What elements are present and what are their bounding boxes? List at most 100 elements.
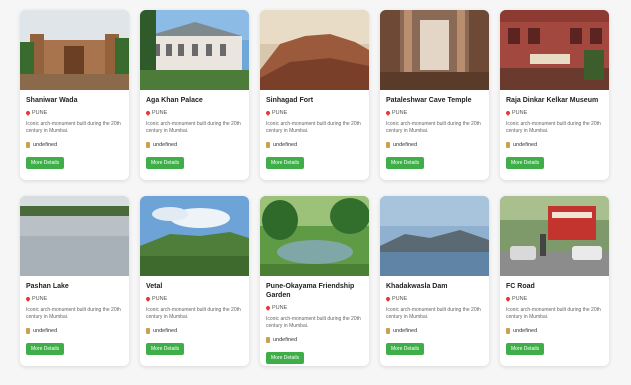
more-details-button[interactable]: More Details [146,157,185,169]
more-details-button[interactable]: More Details [266,157,305,169]
place-location-text: PUNE [512,296,528,302]
place-image[interactable] [380,10,489,90]
place-location-text: PUNE [152,296,168,302]
more-details-button[interactable]: More Details [386,343,425,355]
place-location: PUNE [145,296,243,302]
place-name: Vetal [146,283,163,290]
place-description: Iconic arch-monument built during the 20… [26,307,121,320]
place-budget: undefined [266,337,363,343]
place-name: FC Road [506,283,535,290]
place-location: PUNE [265,305,363,311]
place-image[interactable] [260,196,369,276]
place-image[interactable] [20,196,129,276]
place-card: Aga Khan Palace PUNE Iconic arch-monumen… [140,10,249,180]
place-image[interactable] [20,10,129,90]
place-image[interactable] [260,10,369,90]
place-card: Pune-Okayama Friendship Garden PUNE Icon… [260,196,369,366]
location-pin-icon [385,110,391,116]
place-description: Iconic arch-monument built during the 20… [26,121,121,134]
place-description: Iconic arch-monument built during the 20… [146,307,241,320]
place-location-text: PUNE [152,110,168,116]
place-budget: undefined [146,328,243,334]
budget-icon [506,142,510,148]
place-budget-text: undefined [273,142,298,148]
more-details-button[interactable]: More Details [146,343,185,355]
place-card: Sinhagad Fort PUNE Iconic arch-monument … [260,10,369,180]
place-name: Pashan Lake [26,283,69,290]
place-description: Iconic arch-monument built during the 20… [386,307,481,320]
place-location-text: PUNE [272,110,288,116]
place-card: Khadakwasla Dam PUNE Iconic arch-monumen… [380,196,489,366]
location-pin-icon [505,296,511,302]
place-image[interactable] [380,196,489,276]
place-name: Raja Dinkar Kelkar Museum [506,97,599,104]
place-location: PUNE [145,110,243,116]
place-card: Vetal PUNE Iconic arch-monument built du… [140,196,249,366]
location-pin-icon [25,296,31,302]
place-description: Iconic arch-monument built during the 20… [386,121,481,134]
place-budget-text: undefined [513,328,538,334]
budget-icon [146,142,150,148]
budget-icon [146,328,150,334]
place-image[interactable] [140,10,249,90]
place-location-text: PUNE [32,296,48,302]
location-pin-icon [385,296,391,302]
place-budget: undefined [26,328,123,334]
place-budget: undefined [146,142,243,148]
budget-icon [386,328,390,334]
place-card: Raja Dinkar Kelkar Museum PUNE Iconic ar… [500,10,609,180]
place-name: Sinhagad Fort [266,97,314,104]
more-details-button[interactable]: More Details [506,157,545,169]
place-card: Pataleshwar Cave Temple PUNE Iconic arch… [380,10,489,180]
budget-icon [266,337,270,343]
budget-icon [26,328,30,334]
place-description: Iconic arch-monument built during the 20… [506,121,601,134]
places-grid: Shaniwar Wada PUNE Iconic arch-monument … [20,10,618,366]
place-location-text: PUNE [392,110,408,116]
place-budget: undefined [506,142,603,148]
place-budget-text: undefined [153,328,178,334]
place-location: PUNE [505,296,603,302]
place-budget: undefined [26,142,123,148]
place-location: PUNE [505,110,603,116]
more-details-button[interactable]: More Details [26,343,65,355]
place-budget-text: undefined [33,328,58,334]
budget-icon [266,142,270,148]
place-budget-text: undefined [513,142,538,148]
more-details-button[interactable]: More Details [506,343,545,355]
budget-icon [386,142,390,148]
location-pin-icon [265,305,271,311]
place-name: Pataleshwar Cave Temple [386,97,472,104]
place-description: Iconic arch-monument built during the 20… [266,316,361,329]
place-location-text: PUNE [32,110,48,116]
place-budget-text: undefined [273,337,298,343]
place-card: Shaniwar Wada PUNE Iconic arch-monument … [20,10,129,180]
place-image[interactable] [500,196,609,276]
place-budget-text: undefined [393,142,418,148]
place-image[interactable] [140,196,249,276]
place-budget: undefined [506,328,603,334]
place-description: Iconic arch-monument built during the 20… [146,121,241,134]
more-details-button[interactable]: More Details [386,157,425,169]
place-card: FC Road PUNE Iconic arch-monument built … [500,196,609,366]
place-budget: undefined [386,328,483,334]
place-location: PUNE [25,110,123,116]
location-pin-icon [505,110,511,116]
place-name: Khadakwasla Dam [386,283,448,290]
location-pin-icon [145,296,151,302]
place-image[interactable] [500,10,609,90]
budget-icon [506,328,510,334]
location-pin-icon [145,110,151,116]
place-location: PUNE [385,110,483,116]
location-pin-icon [25,110,31,116]
location-pin-icon [265,110,271,116]
place-budget-text: undefined [33,142,58,148]
page: Shaniwar Wada PUNE Iconic arch-monument … [0,0,631,385]
place-name: Shaniwar Wada [26,97,78,104]
place-name: Aga Khan Palace [146,97,203,104]
more-details-button[interactable]: More Details [26,157,65,169]
place-location-text: PUNE [392,296,408,302]
place-location: PUNE [385,296,483,302]
more-details-button[interactable]: More Details [266,352,305,364]
budget-icon [26,142,30,148]
